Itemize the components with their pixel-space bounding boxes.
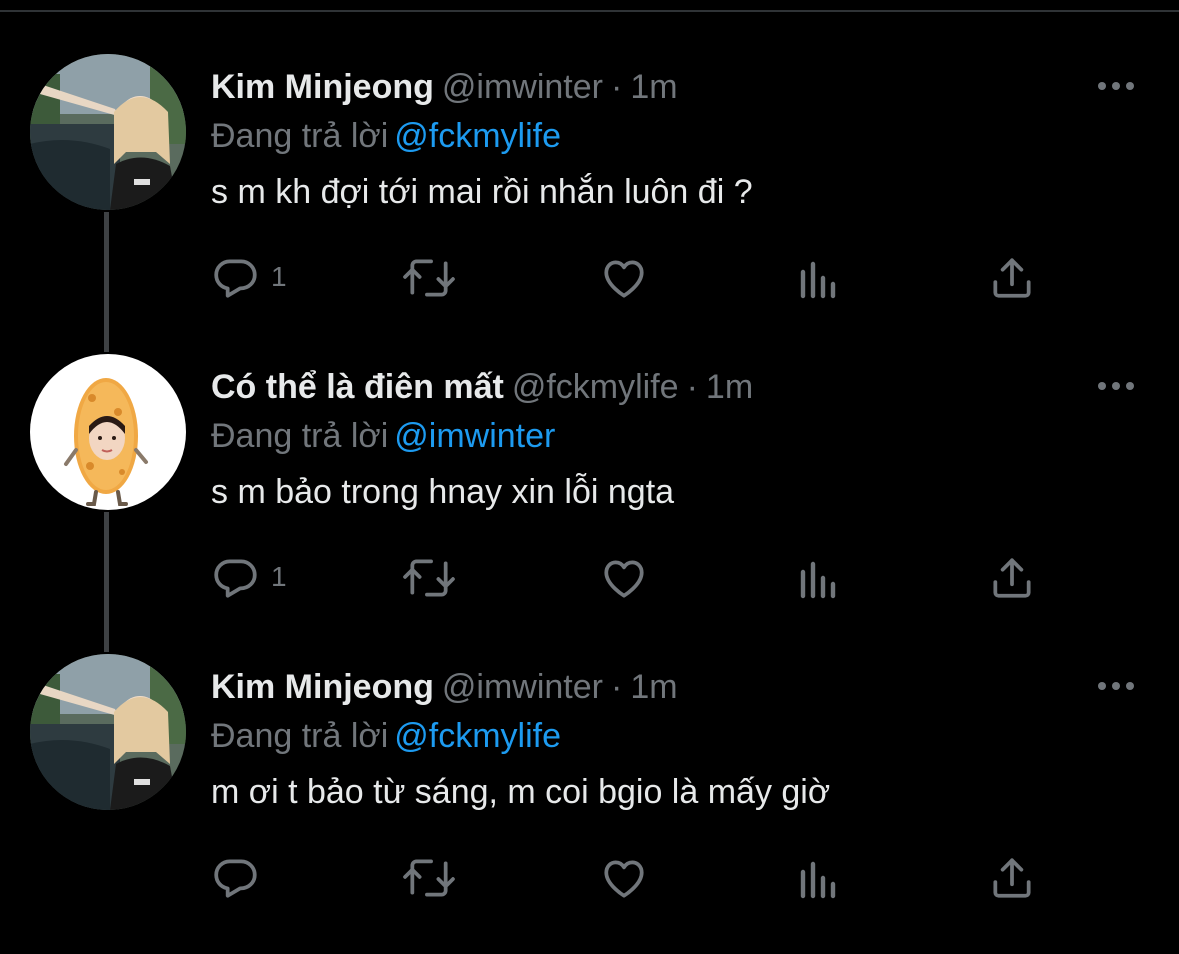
avatar[interactable] <box>30 54 186 210</box>
reply-button[interactable]: 1 <box>211 549 331 609</box>
reply-button[interactable]: 1 <box>211 249 331 309</box>
display-name[interactable]: Kim Minjeong <box>211 68 434 106</box>
views-icon <box>800 261 836 299</box>
tweet-text: m ơi t bảo từ sáng, m coi bgio là mấy gi… <box>211 773 831 811</box>
replying-label: Đang trả lời <box>211 417 389 455</box>
avatar-photo <box>30 354 186 510</box>
action-bar: 1 <box>211 549 1051 609</box>
timestamp[interactable]: 1m <box>630 68 677 106</box>
reply-icon <box>214 559 257 598</box>
tweet-text: s m bảo trong hnay xin lỗi ngta <box>211 473 675 511</box>
more-button[interactable] <box>1094 74 1138 98</box>
timestamp[interactable]: 1m <box>630 668 677 706</box>
reply-button[interactable] <box>211 849 331 909</box>
replying-label: Đang trả lời <box>211 117 389 155</box>
share-icon <box>993 858 1031 898</box>
user-handle[interactable]: @imwinter <box>442 668 603 706</box>
tweet-header: Kim Minjeong @imwinter · 1m <box>211 62 678 112</box>
views-icon <box>800 561 836 599</box>
replying-to: Đang trả lời @fckmylife <box>211 111 561 161</box>
reply-count: 1 <box>271 561 287 592</box>
retweet-icon <box>403 859 455 897</box>
timestamp[interactable]: 1m <box>706 368 753 406</box>
more-icon <box>1098 682 1134 690</box>
reply-count: 1 <box>271 261 287 292</box>
more-button[interactable] <box>1094 374 1138 398</box>
like-icon <box>604 560 644 598</box>
more-button[interactable] <box>1094 674 1138 698</box>
separator: · <box>610 668 623 706</box>
views-button[interactable] <box>797 249 857 309</box>
retweet-button[interactable] <box>401 249 461 309</box>
share-button[interactable] <box>987 249 1047 309</box>
tweet[interactable]: Có thể là điên mất @fckmylife · 1m Đang trả… <box>0 354 1179 654</box>
mention-link[interactable]: @fckmylife <box>394 117 561 155</box>
share-icon <box>993 558 1031 598</box>
tweet[interactable]: Kim Minjeong @imwinter · 1m Đang trả lời @fc… <box>0 654 1179 954</box>
share-icon <box>993 258 1031 298</box>
user-handle[interactable]: @imwinter <box>442 68 603 106</box>
top-divider <box>0 10 1179 12</box>
views-button[interactable] <box>797 549 857 609</box>
tweet-header: Có thể là điên mất @fckmylife · 1m <box>211 362 753 412</box>
avatar[interactable] <box>30 354 186 510</box>
views-icon <box>800 861 836 899</box>
user-handle[interactable]: @fckmylife <box>512 368 679 406</box>
more-icon <box>1098 382 1134 390</box>
mention-link[interactable]: @fckmylife <box>394 717 561 755</box>
like-button[interactable] <box>599 249 659 309</box>
like-button[interactable] <box>599 549 659 609</box>
retweet-icon <box>403 259 455 297</box>
replying-to: Đang trả lời @fckmylife <box>211 711 561 761</box>
reply-icon <box>214 259 257 298</box>
action-bar: 1 <box>211 249 1051 309</box>
share-button[interactable] <box>987 849 1047 909</box>
display-name[interactable]: Có thể là điên mất <box>211 368 504 406</box>
mention-link[interactable]: @imwinter <box>394 417 555 455</box>
action-bar <box>211 849 1051 909</box>
retweet-button[interactable] <box>401 549 461 609</box>
separator: · <box>686 368 698 406</box>
like-button[interactable] <box>599 849 659 909</box>
avatar[interactable] <box>30 654 186 810</box>
replying-label: Đang trả lời <box>211 717 389 755</box>
replying-to: Đang trả lời @imwinter <box>211 411 555 461</box>
views-button[interactable] <box>797 849 857 909</box>
reply-icon <box>214 859 257 898</box>
share-button[interactable] <box>987 549 1047 609</box>
tweet-text: s m kh đợi tới mai rồi nhắn luôn đi ? <box>211 173 753 211</box>
tweet-header: Kim Minjeong @imwinter · 1m <box>211 662 678 712</box>
separator: · <box>610 68 623 106</box>
like-icon <box>604 260 644 298</box>
avatar-photo <box>30 54 186 210</box>
avatar-photo <box>30 654 186 810</box>
tweet[interactable]: Kim Minjeong @imwinter · 1m Đang trả lời @fc… <box>0 54 1179 354</box>
retweet-button[interactable] <box>401 849 461 909</box>
display-name[interactable]: Kim Minjeong <box>211 668 434 706</box>
like-icon <box>604 860 644 898</box>
more-icon <box>1098 82 1134 90</box>
retweet-icon <box>403 559 455 597</box>
